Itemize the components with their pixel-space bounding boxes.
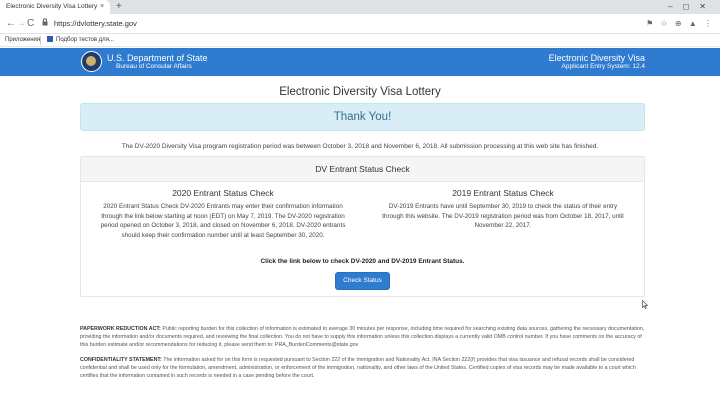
window-controls[interactable]: –◻✕: [668, 0, 716, 14]
status-check-panel: DV Entrant Status Check 2020 Entrant Sta…: [80, 156, 645, 297]
bookmark-apps[interactable]: Приложения: [5, 34, 40, 47]
check-status-button[interactable]: Check Status: [335, 272, 390, 290]
lock-icon: [42, 17, 48, 31]
reload-icon[interactable]: C: [27, 17, 34, 31]
dv2019-text: DV-2019 Entrants have until September 30…: [382, 203, 624, 229]
click-instruction: Click the link below to check DV-2020 an…: [260, 258, 465, 265]
app-name: Electronic Diversity Visa: [548, 53, 645, 63]
panel-heading: DV Entrant Status Check: [81, 157, 644, 182]
dv2020-text: 2020 Entrant Status Check DV-2020 Entran…: [100, 203, 346, 239]
url-text: https://dvlottery.state.gov: [54, 19, 137, 28]
extension-icons[interactable]: ⚑ ☆ ⊕ ▲ ⋮: [646, 17, 712, 31]
confidentiality-label: CONFIDENTIALITY STATEMENT:: [80, 357, 162, 363]
mouse-cursor-icon: [642, 299, 649, 311]
back-icon[interactable]: ←: [6, 17, 16, 31]
site-header: U.S. Department of State Bureau of Consu…: [0, 48, 720, 76]
browser-tab-bar: Electronic Diversity Visa Lottery × + –◻…: [0, 0, 720, 14]
bookmark-divider: [40, 36, 41, 45]
browser-tab[interactable]: Electronic Diversity Visa Lottery: [0, 0, 110, 14]
confidentiality-text: The information asked for on this form i…: [80, 357, 636, 379]
dv2020-title: 2020 Entrant Status Check: [172, 188, 274, 198]
page-title: Electronic Diversity Visa Lottery: [279, 86, 441, 98]
bookmark-item[interactable]: Подбор тестов для...: [47, 34, 114, 47]
registration-period-text: The DV-2020 Diversity Visa program regis…: [121, 143, 599, 150]
paperwork-reduction-act: PAPERWORK REDUCTION ACT: Public reportin…: [80, 326, 645, 349]
paperwork-text: Public reporting burden for this collect…: [80, 326, 645, 348]
dv2019-title: 2019 Entrant Status Check: [452, 188, 554, 198]
confidentiality-statement: CONFIDENTIALITY STATEMENT: The informati…: [80, 357, 645, 380]
address-bar[interactable]: https://dvlottery.state.gov: [38, 17, 613, 31]
new-tab-button[interactable]: +: [116, 0, 122, 14]
browser-toolbar: ← → C https://dvlottery.state.gov ⚑ ☆ ⊕ …: [0, 14, 720, 34]
paperwork-label: PAPERWORK REDUCTION ACT:: [80, 326, 161, 332]
bureau-name: Bureau of Consular Affairs: [116, 63, 192, 70]
bookmarks-bar: Приложения Подбор тестов для...: [0, 34, 720, 47]
bookmark-label: Подбор тестов для...: [56, 37, 114, 43]
bookmark-icon: [47, 36, 53, 42]
department-name: U.S. Department of State: [107, 53, 208, 63]
tab-close-icon[interactable]: ×: [100, 0, 104, 14]
thank-you-alert: Thank You!: [80, 103, 645, 131]
tab-title: Electronic Diversity Visa Lottery: [6, 3, 98, 10]
forward-icon[interactable]: →: [16, 17, 26, 31]
state-department-seal-icon: [81, 51, 102, 72]
system-version: Applicant Entry System: 12.4: [561, 63, 645, 70]
